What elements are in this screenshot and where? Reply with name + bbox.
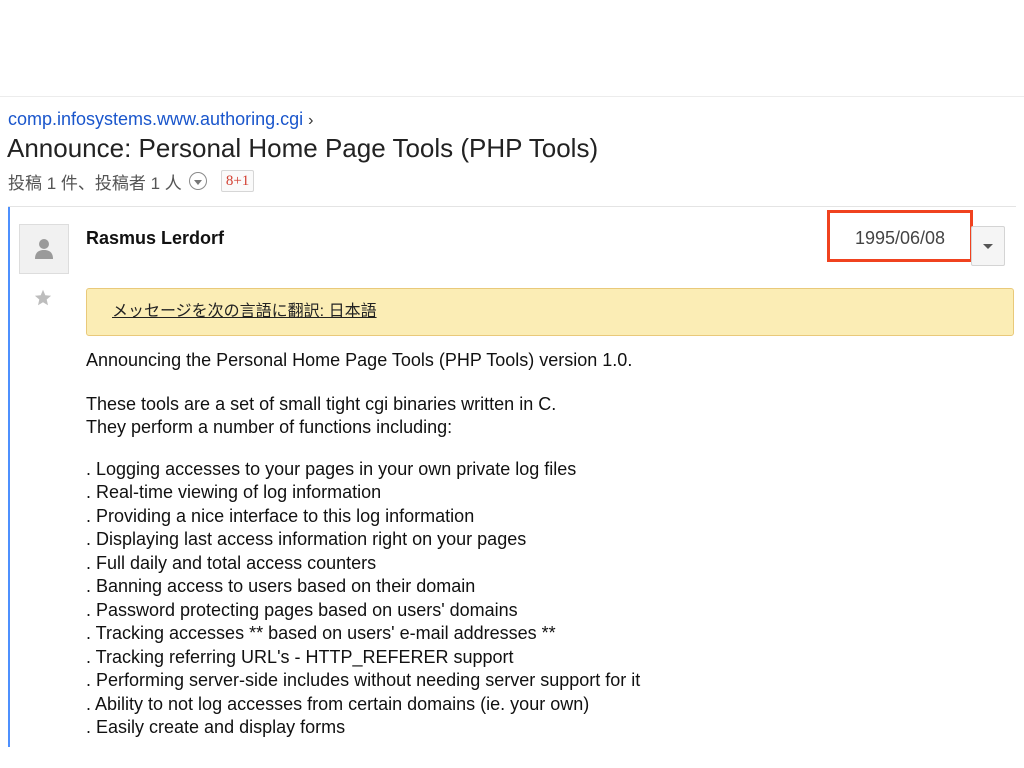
translate-banner: メッセージを次の言語に翻訳: 日本語: [86, 288, 1014, 336]
more-options-button[interactable]: [971, 226, 1005, 266]
feature-item: . Real-time viewing of log information: [86, 482, 382, 502]
message-body: Announcing the Personal Home Page Tools …: [86, 349, 1016, 740]
breadcrumb-separator: ›: [308, 112, 314, 129]
message-description-line: These tools are a set of small tight cgi…: [86, 393, 557, 414]
thread-meta: 投稿 1 件、投稿者 1 人 8+1: [8, 170, 255, 193]
feature-item: . Full daily and total access counters: [86, 552, 377, 573]
feature-item: . Tracking accesses ** based on users' e…: [86, 623, 556, 643]
breadcrumb: comp.infosystems.www.authoring.cgi ›: [8, 108, 313, 132]
message-intro: Announcing the Personal Home Page Tools …: [86, 350, 633, 370]
feature-item: . Ability to not log accesses from certa…: [86, 693, 590, 714]
person-icon: [35, 239, 53, 259]
feature-item: . Easily create and display forms: [86, 717, 346, 737]
thread-accent-bar: [8, 207, 10, 747]
group-link[interactable]: comp.infosystems.www.authoring.cgi: [8, 109, 303, 129]
message-description-line: They perform a number of functions inclu…: [86, 417, 453, 437]
feature-item: . Displaying last access information rig…: [86, 529, 527, 549]
author-name[interactable]: Rasmus Lerdorf: [86, 227, 224, 249]
feature-item: . Logging accesses to your pages in your…: [86, 458, 577, 479]
feature-item: . Providing a nice interface to this log…: [86, 505, 475, 526]
post-count-text: 投稿 1 件、投稿者 1 人: [8, 173, 182, 193]
thread-divider: [8, 206, 1016, 207]
post-date: 1995/06/08: [854, 228, 946, 248]
top-divider: [0, 96, 1024, 97]
avatar[interactable]: [19, 224, 69, 274]
circle-chevron-down-icon[interactable]: [188, 172, 207, 190]
feature-item: . Password protecting pages based on use…: [86, 599, 518, 620]
feature-item: . Tracking referring URL's - HTTP_REFERE…: [86, 646, 514, 667]
feature-item: . Banning access to users based on their…: [86, 576, 476, 596]
star-icon[interactable]: [33, 288, 53, 308]
thread-title: Announce: Personal Home Page Tools (PHP …: [7, 133, 599, 163]
translate-link[interactable]: メッセージを次の言語に翻訳: 日本語: [112, 302, 377, 322]
google-plus-one-button[interactable]: 8+1: [220, 170, 255, 192]
feature-item: . Performing server-side includes withou…: [86, 670, 641, 690]
page: comp.infosystems.www.authoring.cgi › Anno…: [0, 0, 1024, 768]
